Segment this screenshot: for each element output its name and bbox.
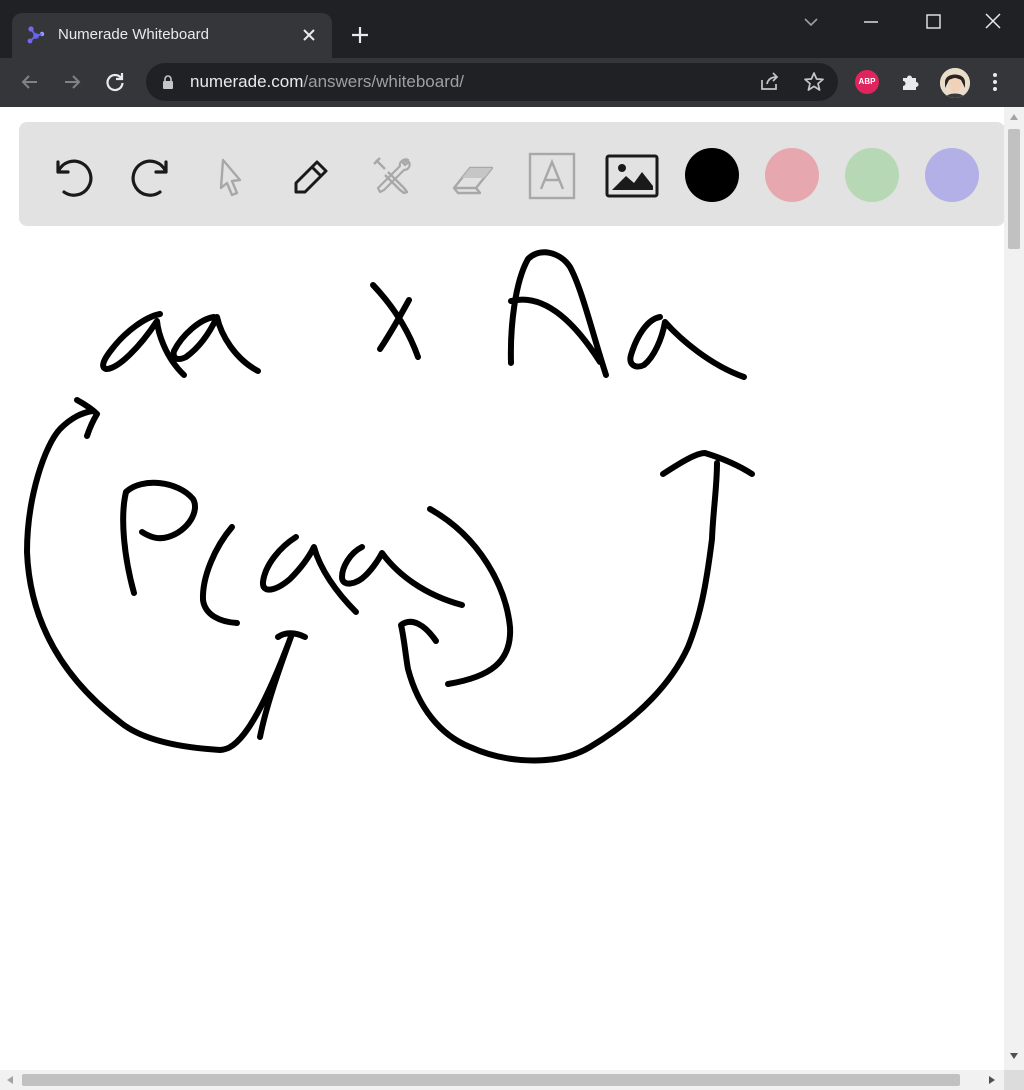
- ink-stroke-aa: [100, 311, 261, 378]
- scrollbar-corner: [1004, 1070, 1024, 1090]
- vertical-scrollbar[interactable]: [1004, 107, 1024, 1070]
- adblock-plus-icon[interactable]: ABP: [855, 70, 879, 94]
- chrome-menu-icon[interactable]: [982, 69, 1008, 95]
- close-tab-icon[interactable]: [296, 22, 322, 48]
- ink-stroke-aa-middle: [260, 534, 465, 615]
- scroll-up-icon[interactable]: [1009, 113, 1019, 121]
- tab-title: Numerade Whiteboard: [58, 26, 209, 43]
- tab-search-chevron-icon[interactable]: [796, 8, 826, 36]
- new-tab-icon[interactable]: [346, 21, 374, 49]
- forward-arrow-icon[interactable]: [58, 68, 86, 96]
- undo-icon[interactable]: [44, 148, 100, 204]
- profile-avatar[interactable]: [940, 68, 970, 98]
- ink-stroke-a: [627, 314, 747, 380]
- address-bar[interactable]: numerade.com/answers/whiteboard/: [146, 63, 838, 101]
- bookmark-star-icon[interactable]: [802, 70, 826, 94]
- whiteboard-page: [0, 107, 1004, 1070]
- select-pointer-icon[interactable]: [204, 148, 260, 204]
- extensions-puzzle-icon[interactable]: [897, 69, 923, 95]
- numerade-logo-icon: [27, 26, 45, 44]
- reload-icon[interactable]: [101, 68, 129, 96]
- ink-stroke-A: [507, 249, 609, 378]
- image-icon[interactable]: [604, 148, 660, 204]
- vertical-scroll-thumb[interactable]: [1008, 129, 1020, 249]
- lock-icon[interactable]: [162, 75, 174, 89]
- browser-tab[interactable]: Numerade Whiteboard: [12, 13, 332, 58]
- ink-stroke-P: [120, 479, 198, 596]
- whiteboard-toolbar: [19, 122, 1004, 226]
- text-icon[interactable]: [524, 148, 580, 204]
- minimize-icon[interactable]: [856, 8, 886, 36]
- color-black-swatch[interactable]: [685, 148, 739, 202]
- close-window-icon[interactable]: [978, 8, 1008, 36]
- browser-toolbar: numerade.com/answers/whiteboard/ ABP: [0, 58, 1024, 107]
- redo-icon[interactable]: [124, 148, 180, 204]
- scroll-right-icon[interactable]: [988, 1075, 996, 1085]
- color-purple-swatch[interactable]: [925, 148, 979, 202]
- back-arrow-icon[interactable]: [16, 68, 44, 96]
- pencil-icon[interactable]: [284, 148, 340, 204]
- scroll-down-icon[interactable]: [1009, 1052, 1019, 1060]
- horizontal-scrollbar[interactable]: [0, 1070, 1004, 1090]
- color-pink-swatch[interactable]: [765, 148, 819, 202]
- tab-strip: Numerade Whiteboard: [0, 0, 1024, 58]
- ink-stroke-paren-open: [199, 524, 240, 626]
- eraser-icon[interactable]: [444, 148, 500, 204]
- tools-icon[interactable]: [364, 148, 420, 204]
- scroll-left-icon[interactable]: [6, 1075, 14, 1085]
- drawing-canvas[interactable]: [0, 107, 1004, 1070]
- color-green-swatch[interactable]: [845, 148, 899, 202]
- maximize-icon[interactable]: [918, 8, 948, 36]
- ink-arrow-left: [24, 397, 295, 753]
- share-icon[interactable]: [758, 70, 782, 94]
- avatar-image: [940, 68, 970, 98]
- horizontal-scroll-thumb[interactable]: [22, 1074, 960, 1086]
- ink-stroke-x: [370, 282, 421, 360]
- url-text: numerade.com/answers/whiteboard/: [190, 72, 465, 91]
